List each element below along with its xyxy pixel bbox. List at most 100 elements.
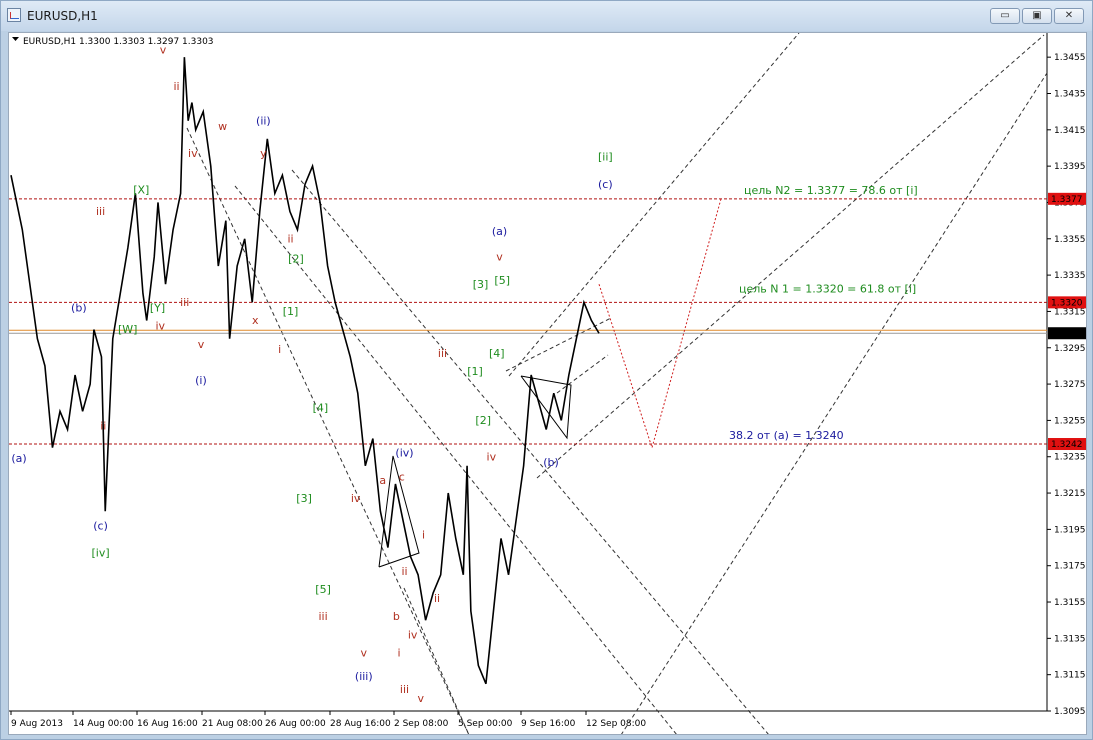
- wave-label: (iv): [395, 447, 413, 460]
- wave-label: iv: [351, 492, 361, 505]
- price-tick-label: 1.3395: [1054, 162, 1086, 172]
- wave-label: x: [252, 314, 259, 327]
- wave-label: iv: [408, 628, 418, 641]
- wave-label: ii: [401, 565, 407, 578]
- channel-line: [621, 72, 1048, 734]
- wave-label: [4]: [489, 347, 505, 360]
- chart-header: EURUSD,H1 1.3300 1.3303 1.3297 1.3303: [23, 37, 214, 47]
- time-tick-label: 5 Sep 00:00: [458, 719, 513, 729]
- time-tick-label: 9 Aug 2013: [11, 719, 63, 729]
- wave-label: (ii): [256, 114, 271, 127]
- time-tick-label: 2 Sep 08:00: [394, 719, 449, 729]
- price-axis: 1.34551.34351.34151.33951.33751.33551.33…: [1046, 33, 1086, 717]
- terminal-window: EURUSD,H1 ▭ ▣ ✕ 1.3455 1.3435 1.3415 1.3395…: [0, 0, 1093, 740]
- price-tick-label: 1.3335: [1054, 271, 1086, 281]
- price-tick-label: 1.3095: [1054, 707, 1086, 717]
- projection-path: [598, 198, 722, 450]
- maximize-button[interactable]: ▣: [1022, 8, 1052, 24]
- price-tick-label: 1.3355: [1054, 235, 1086, 245]
- price-chart-area[interactable]: 1.34551.34351.34151.33951.33751.33551.33…: [8, 32, 1087, 735]
- channel-line: [536, 34, 1045, 479]
- wave-label: v: [361, 647, 368, 660]
- wave-label: ii: [434, 592, 440, 605]
- level-price-tag-label: 1.3320: [1051, 298, 1083, 308]
- chart-app-icon: [7, 8, 21, 22]
- price-tick-label: 1.3155: [1054, 598, 1086, 608]
- window-titlebar[interactable]: EURUSD,H1 ▭ ▣ ✕: [1, 1, 1092, 31]
- wave-label: ii: [287, 232, 293, 245]
- channel-line: [403, 587, 470, 734]
- price-tick-label: 1.3275: [1054, 380, 1086, 390]
- time-axis: 9 Aug 2013 14 Aug 00:00 16 Aug 16:00 21 Aug…: [9, 710, 1047, 729]
- minimize-button[interactable]: ▭: [990, 8, 1020, 24]
- projection-line: [598, 198, 722, 450]
- wave-label: w: [218, 120, 227, 133]
- wave-label: a: [379, 474, 386, 487]
- wave-label: [1]: [467, 365, 483, 378]
- wave-label: iii: [319, 610, 328, 623]
- time-tick-label: 9 Sep 16:00: [521, 719, 576, 729]
- wave-label: v: [496, 251, 503, 264]
- wave-label: c: [399, 470, 405, 483]
- wave-label: v: [418, 692, 425, 705]
- wave-label: [2]: [288, 252, 304, 265]
- wave-label: iii: [438, 347, 447, 360]
- level-price-tag-label: 1.3377: [1051, 195, 1083, 205]
- wave-label: y: [260, 147, 267, 160]
- price-tick-label: 1.3235: [1054, 453, 1086, 463]
- price-chart[interactable]: 1.34551.34351.34151.33951.33751.33551.33…: [9, 33, 1086, 734]
- time-tick-label: 28 Aug 16:00: [330, 719, 391, 729]
- wave-label: i: [398, 647, 401, 660]
- price-tick-label: 1.3135: [1054, 634, 1086, 644]
- wave-label: iv: [487, 450, 497, 463]
- wave-label: ii: [173, 80, 179, 93]
- time-tick-label: 26 Aug 00:00: [265, 719, 326, 729]
- wave-label: iii: [400, 683, 409, 696]
- wave-label: (b): [543, 456, 559, 469]
- wave-label: (a): [11, 452, 26, 465]
- close-button[interactable]: ✕: [1054, 8, 1084, 24]
- wave-label: [X]: [133, 183, 149, 196]
- time-tick-label: 16 Aug 16:00: [137, 719, 198, 729]
- level-annotation: цель N2 = 1.3377 = 78.6 от [i]: [744, 184, 918, 197]
- price-tick-label: 1.3115: [1054, 671, 1086, 681]
- level-price-tag-label: 1.3242: [1051, 440, 1083, 450]
- wave-label: (iii): [355, 670, 373, 683]
- wave-label: i: [278, 343, 281, 356]
- price-tick-label: 1.3315: [1054, 307, 1086, 317]
- wave-label: [5]: [315, 583, 331, 596]
- price-tick-label: 1.3255: [1054, 416, 1086, 426]
- wave-label: iv: [155, 320, 165, 333]
- current-price-label: 1.3303: [1051, 329, 1083, 339]
- wave-label: (i): [195, 374, 207, 387]
- chart-menu-icon[interactable]: [12, 37, 19, 41]
- price-tick-label: 1.3455: [1054, 53, 1086, 63]
- time-tick-label: 12 Sep 08:00: [586, 719, 646, 729]
- wave-label: iii: [180, 296, 189, 309]
- wave-label: [3]: [473, 278, 489, 291]
- time-tick-label: 14 Aug 00:00: [73, 719, 134, 729]
- wave-label: iii: [96, 205, 105, 218]
- wave-label: (c): [598, 178, 613, 191]
- channel-line: [556, 354, 609, 394]
- price-tick-label: 1.3215: [1054, 489, 1086, 499]
- wave-label: ii: [100, 419, 106, 432]
- wave-label: (c): [93, 519, 108, 532]
- trend-channels: [186, 33, 1048, 734]
- wave-label: (a): [492, 225, 507, 238]
- channel-line: [508, 33, 800, 377]
- wave-label: [4]: [313, 401, 329, 414]
- wave-label: [1]: [283, 305, 299, 318]
- wave-label: [5]: [494, 274, 510, 287]
- wave-label: [2]: [475, 414, 491, 427]
- wave-label: (b): [71, 301, 87, 314]
- level-annotation: 38.2 от (a) = 1.3240: [729, 429, 844, 442]
- wave-label: b: [393, 610, 400, 623]
- wave-label: [3]: [296, 492, 312, 505]
- price-series: [10, 57, 600, 685]
- wave-label: v: [198, 338, 205, 351]
- price-line: [10, 57, 600, 685]
- price-tick-label: 1.3415: [1054, 126, 1086, 136]
- window-title: EURUSD,H1: [27, 9, 98, 23]
- price-tick-label: 1.3295: [1054, 344, 1086, 354]
